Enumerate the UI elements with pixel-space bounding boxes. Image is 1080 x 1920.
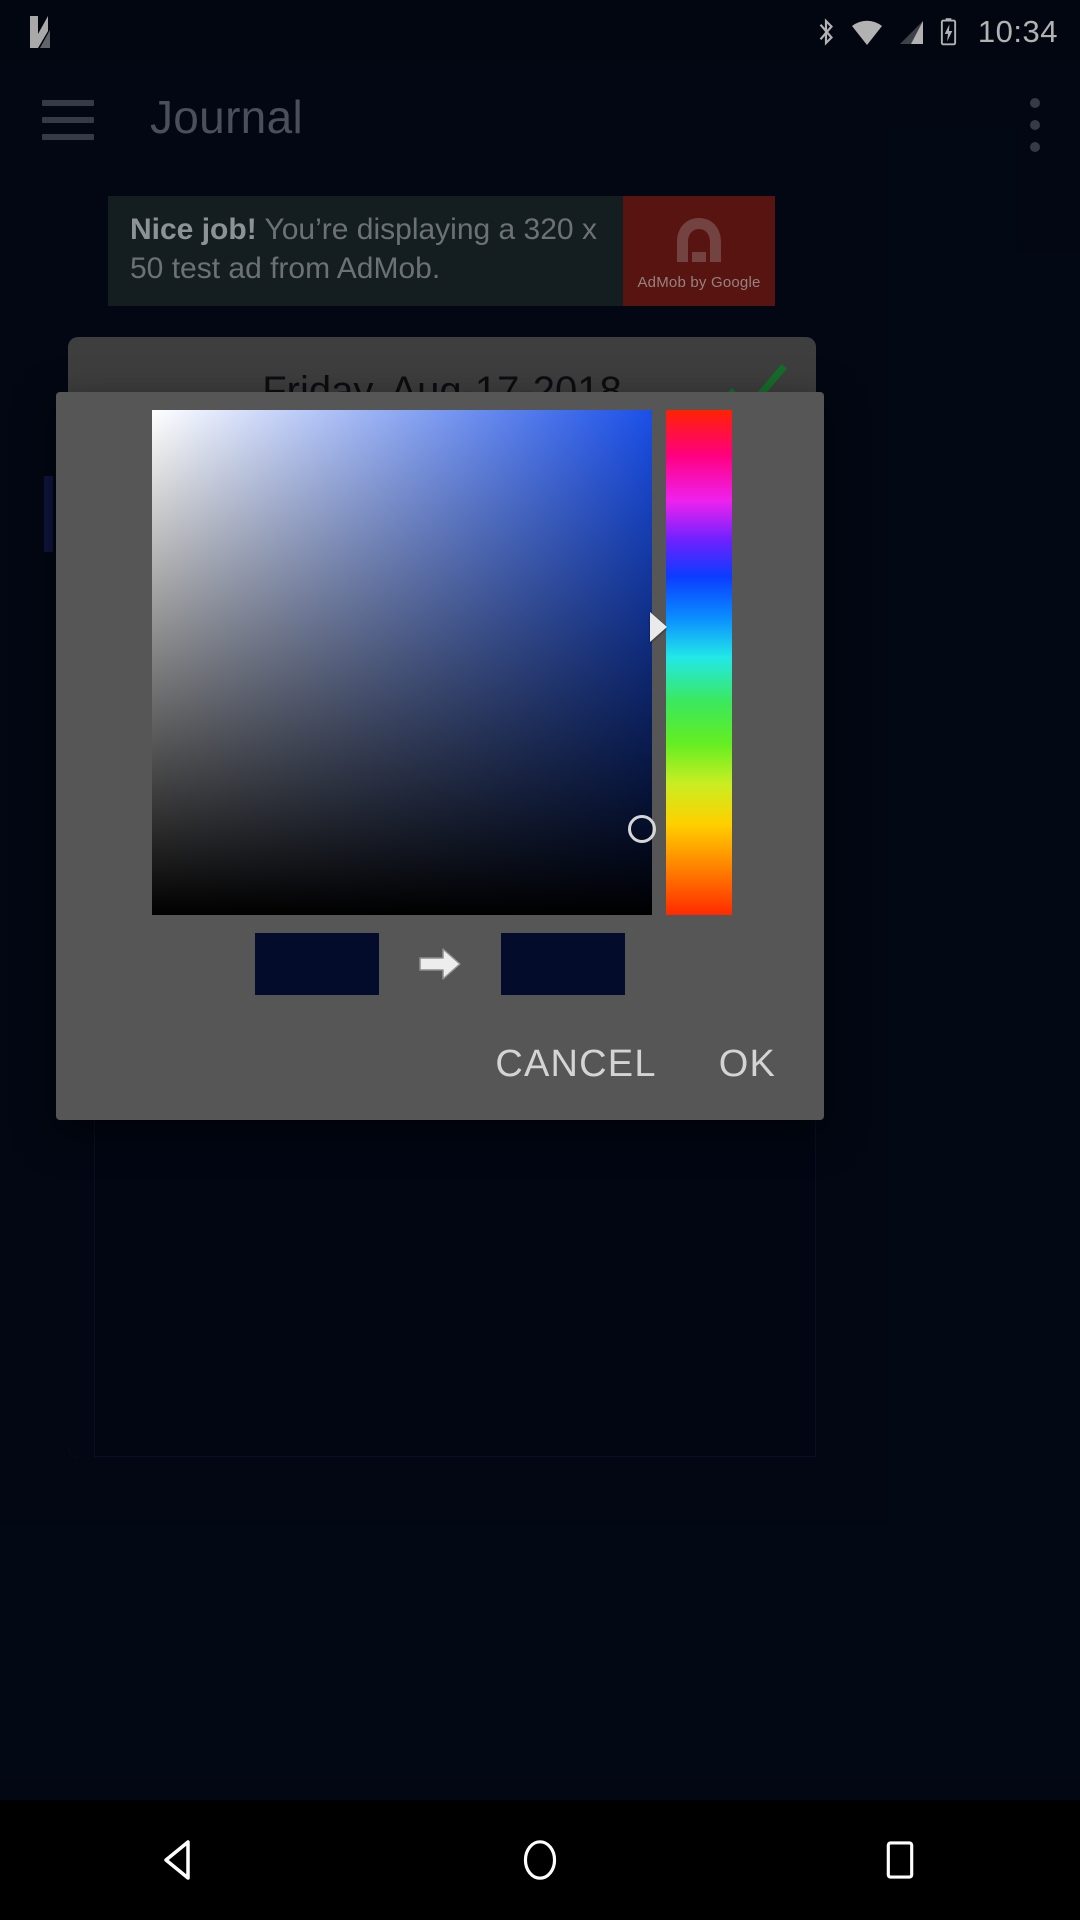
color-preview-row xyxy=(56,928,824,1000)
back-triangle-icon[interactable] xyxy=(110,1800,250,1920)
home-circle-icon[interactable] xyxy=(470,1800,610,1920)
cancel-button[interactable]: CANCEL xyxy=(471,1029,680,1100)
recents-square-icon[interactable] xyxy=(830,1800,970,1920)
ok-button[interactable]: OK xyxy=(695,1029,800,1100)
saturation-value-cursor[interactable] xyxy=(628,815,656,844)
hue-slider[interactable] xyxy=(650,410,732,915)
saturation-value-square[interactable] xyxy=(152,410,656,915)
hue-slider-thumb[interactable] xyxy=(650,612,667,643)
new-color-swatch xyxy=(501,933,625,995)
saturation-value-gradient[interactable] xyxy=(152,410,652,915)
phone-screen: 10:34 Journal Nice job! You’re displayin… xyxy=(0,0,1080,1920)
dialog-action-buttons: CANCEL OK xyxy=(471,1029,800,1100)
android-navigation-bar xyxy=(0,1800,1080,1920)
right-arrow-icon xyxy=(417,941,463,987)
color-picker-dialog: CANCEL OK xyxy=(56,392,824,1120)
old-color-swatch xyxy=(255,933,379,995)
hue-gradient-bar[interactable] xyxy=(666,410,732,915)
